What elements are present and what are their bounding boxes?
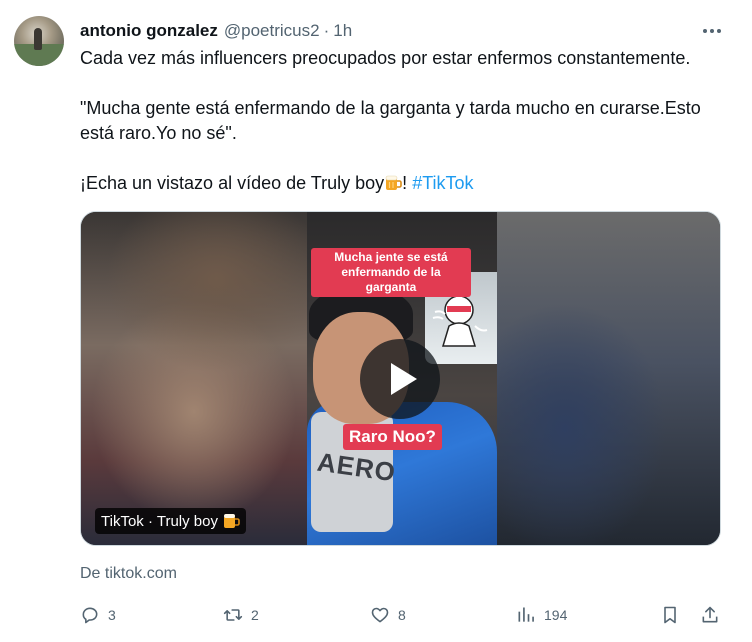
- retweet-icon: [223, 609, 243, 621]
- views-count: 194: [544, 607, 568, 623]
- heart-icon: [371, 607, 389, 623]
- retweet-button[interactable]: 2: [223, 598, 259, 632]
- video-blur-left: [81, 212, 307, 545]
- separator-dot: ·: [323, 21, 330, 40]
- tweet-cta-end: !: [402, 173, 413, 193]
- views-button[interactable]: 194: [516, 598, 567, 632]
- tweet-header: antonio gonzalez @poetricus2 · 1h: [80, 19, 352, 43]
- tweet-text: Cada vez más influencers preocupados por…: [80, 46, 730, 196]
- tweet-cta-text: ¡Echa un vistazo al vídeo de Truly boy: [80, 173, 385, 193]
- like-button[interactable]: 8: [370, 598, 406, 632]
- beer-emoji-icon: [385, 175, 402, 190]
- bookmark-icon: [664, 606, 676, 624]
- tweet-actions: 3 2 8 194: [80, 598, 730, 632]
- tweet-quote: "Mucha gente está enfermando de la garga…: [80, 98, 701, 143]
- tweet-cta: ¡Echa un vistazo al vídeo de Truly boy! …: [80, 171, 730, 196]
- user-handle[interactable]: @poetricus2: [224, 21, 320, 41]
- link-source[interactable]: De tiktok.com: [80, 565, 177, 583]
- hashtag-link[interactable]: #TikTok: [412, 173, 473, 193]
- sick-doodle-icon: [432, 295, 488, 347]
- video-badge-text: TikTok · Truly boy: [101, 512, 218, 530]
- video-badge: TikTok · Truly boy: [95, 508, 246, 534]
- video-caption-bottom: Raro Noo?: [343, 424, 442, 450]
- bookmark-button[interactable]: [660, 598, 680, 632]
- tweet-text-line: Cada vez más influencers preocupados por…: [80, 48, 691, 68]
- play-icon[interactable]: [360, 339, 440, 419]
- share-icon: [702, 606, 718, 623]
- video-blur-right: [497, 212, 720, 545]
- display-name[interactable]: antonio gonzalez: [80, 21, 218, 41]
- video-caption-top: Mucha jente se está enfermando de la gar…: [311, 248, 471, 297]
- video-card[interactable]: AERO Mucha jente se está enfermando de l…: [80, 211, 721, 546]
- share-button[interactable]: [700, 598, 720, 632]
- views-icon: [518, 607, 534, 622]
- like-count: 8: [398, 607, 406, 623]
- avatar[interactable]: [14, 16, 64, 66]
- more-icon[interactable]: [700, 22, 724, 40]
- reply-icon: [82, 607, 98, 624]
- timestamp[interactable]: 1h: [333, 21, 352, 41]
- retweet-count: 2: [251, 607, 259, 623]
- beer-emoji-icon: [223, 514, 240, 528]
- reply-button[interactable]: 3: [80, 598, 116, 632]
- reply-count: 3: [108, 607, 116, 623]
